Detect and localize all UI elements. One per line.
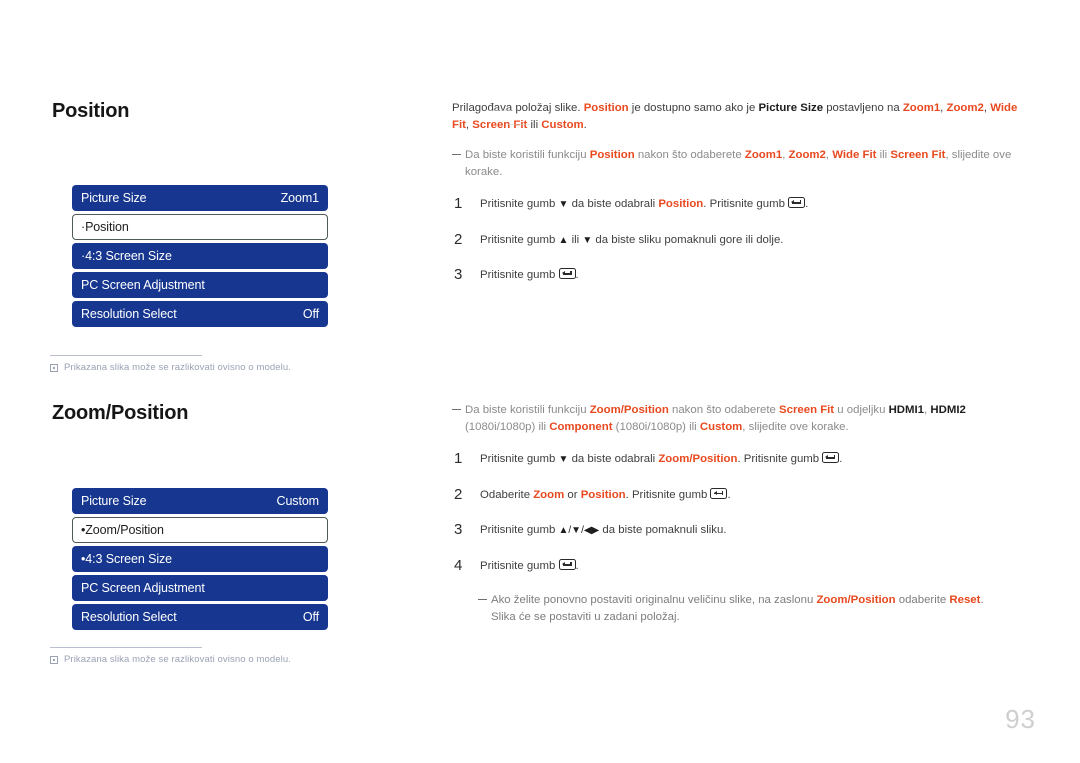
page-title-position: Position — [52, 100, 130, 122]
step-number: 4 — [454, 556, 463, 574]
osd-row-label: •4:3 Screen Size — [81, 552, 173, 566]
arrow-up-icon: ▲ — [558, 234, 569, 246]
osd-row-label: Picture Size — [81, 191, 147, 205]
position-hint: Da biste koristili funkciju Position nak… — [452, 147, 1036, 180]
osd-row-value: Custom — [276, 494, 320, 508]
caption-divider — [50, 647, 202, 648]
note-icon — [50, 656, 58, 664]
caption-position: Prikazana slika može se razlikovati ovis… — [50, 362, 380, 373]
osd-row-value: Off — [302, 610, 319, 624]
position-steps: 1 Pritisnite gumb ▼ da biste odabrali Pos… — [452, 195, 1036, 284]
zoom-position-hint: Da biste koristili funkciju Zoom/Positio… — [452, 402, 1036, 435]
osd-row-pc-screen-adjustment[interactable]: PC Screen Adjustment — [72, 575, 328, 601]
arrow-down-icon: ▼ — [558, 454, 569, 466]
osd-row-label: PC Screen Adjustment — [81, 278, 205, 292]
caption-text: Prikazana slika može se razlikovati ovis… — [64, 654, 291, 665]
page-title-zoom-position: Zoom/Position — [52, 402, 189, 424]
step-number: 1 — [454, 195, 463, 213]
scan-artifact — [489, 110, 513, 111]
step-number: 3 — [454, 521, 463, 539]
step-item: 3 Pritisnite gumb . — [452, 266, 1036, 284]
step-number: 2 — [454, 485, 463, 503]
note-icon — [50, 364, 58, 372]
arrow-directional-icon: ▲/▼/◀▶ — [558, 525, 600, 537]
osd-menu-position: Picture Size Zoom1 ·Position ·4:3 Screen… — [72, 185, 328, 330]
position-left-column: Position — [52, 100, 382, 122]
osd-row-4-3-screen-size[interactable]: ·4:3 Screen Size — [72, 243, 328, 269]
caption-text: Prikazana slika može se razlikovati ovis… — [64, 362, 291, 373]
step-item: 2 Pritisnite gumb ▲ ili ▼ da biste sliku … — [452, 230, 1036, 249]
osd-row-picture-size[interactable]: Picture Size Zoom1 — [72, 185, 328, 211]
arrow-down-icon: ▼ — [582, 234, 593, 246]
zoom-position-right-column: Da biste koristili funkciju Zoom/Positio… — [452, 402, 1036, 625]
osd-row-zoom-position[interactable]: •Zoom/Position — [72, 517, 328, 543]
zoom-position-steps: 1 Pritisnite gumb ▼ da biste odabrali Zoo… — [452, 450, 1036, 575]
caption-zoom-position: Prikazana slika može se razlikovati ovis… — [50, 654, 380, 665]
osd-row-label: ·Position — [81, 220, 129, 234]
position-right-column: Prilagođava položaj slike. Position je d… — [452, 100, 1036, 284]
zoom-position-footnote: Ako želite ponovno postaviti originalnu … — [478, 592, 1036, 625]
step-item: 1 Pritisnite gumb ▼ da biste odabrali Zoo… — [452, 450, 1036, 468]
enter-key-icon — [788, 197, 806, 209]
osd-row-label: PC Screen Adjustment — [81, 581, 205, 595]
osd-row-pc-screen-adjustment[interactable]: PC Screen Adjustment — [72, 272, 328, 298]
arrow-down-icon: ▼ — [558, 199, 569, 211]
osd-row-label: Picture Size — [81, 494, 147, 508]
osd-row-picture-size[interactable]: Picture Size Custom — [72, 488, 328, 514]
step-item: 2 Odaberite Zoom or Position. Pritisnite … — [452, 485, 1036, 504]
step-item: 1 Pritisnite gumb ▼ da biste odabrali Pos… — [452, 195, 1036, 213]
osd-row-label: Resolution Select — [81, 610, 177, 624]
step-number: 2 — [454, 230, 463, 248]
step-item: 4 Pritisnite gumb . — [452, 556, 1036, 575]
osd-row-value: Off — [302, 307, 319, 321]
osd-row-resolution-select[interactable]: Resolution Select Off — [72, 604, 328, 630]
enter-key-icon — [558, 558, 576, 570]
zoom-position-left-column: Zoom/Position — [52, 402, 382, 424]
step-item: 3 Pritisnite gumb ▲/▼/◀▶ da biste pomaknu… — [452, 521, 1036, 539]
page-number: 93 — [1005, 704, 1036, 734]
osd-row-4-3-screen-size[interactable]: •4:3 Screen Size — [72, 546, 328, 572]
osd-row-position[interactable]: ·Position — [72, 214, 328, 240]
osd-row-label: ·4:3 Screen Size — [81, 249, 172, 263]
enter-key-icon — [558, 268, 576, 280]
step-number: 1 — [454, 450, 463, 468]
osd-row-resolution-select[interactable]: Resolution Select Off — [72, 301, 328, 327]
step-number: 3 — [454, 266, 463, 284]
manual-page: Position Picture Size Zoom1 ·Position ·4… — [0, 0, 1080, 763]
osd-row-label: •Zoom/Position — [81, 523, 164, 537]
caption-divider — [50, 355, 202, 356]
osd-menu-zoom-position: Picture Size Custom •Zoom/Position •4:3 … — [72, 488, 328, 633]
position-intro: Prilagođava položaj slike. Position je d… — [452, 102, 1018, 131]
osd-row-label: Resolution Select — [81, 307, 177, 321]
enter-key-icon — [822, 452, 840, 464]
scan-artifact — [508, 124, 530, 125]
osd-row-value: Zoom1 — [280, 191, 320, 205]
enter-key-icon — [710, 487, 728, 499]
